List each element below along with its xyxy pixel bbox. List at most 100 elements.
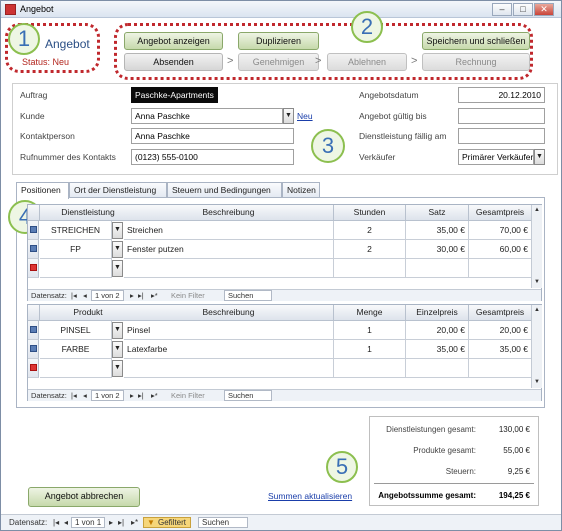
table-cell[interactable] <box>334 259 406 278</box>
nav-record-box[interactable]: 1 von 2 <box>91 390 124 401</box>
dropdown-icon[interactable]: ▼ <box>112 322 123 339</box>
col-header-beschreibung[interactable]: Beschreibung <box>124 305 334 321</box>
table-cell[interactable]: 30,00 € <box>406 240 469 259</box>
tab-steuern[interactable]: Steuern und Bedingungen <box>167 182 282 198</box>
datum-field[interactable]: 20.12.2010 <box>458 87 545 103</box>
dropdown-icon[interactable]: ▼ <box>112 341 123 358</box>
table-cell[interactable]: 35,00 € <box>406 340 469 359</box>
table-cell[interactable]: 35,00 € <box>406 221 469 240</box>
auftrag-field[interactable]: Paschke-Apartments <box>131 87 218 103</box>
summen-aktualisieren-link[interactable]: Summen aktualisieren <box>268 491 352 501</box>
nav-record-box[interactable]: 1 von 1 <box>71 517 106 528</box>
nav-next-icon[interactable]: ▸ <box>130 290 134 301</box>
kunde-dropdown-icon[interactable]: ▼ <box>283 108 294 124</box>
services-scrollbar[interactable]: ▲ ▼ <box>531 205 542 288</box>
angebot-anzeigen-button[interactable]: Angebot anzeigen <box>124 32 223 50</box>
nav-filter[interactable]: Kein Filter <box>171 390 205 401</box>
table-cell[interactable] <box>469 359 532 378</box>
nav-prev-icon[interactable]: ◂ <box>83 390 87 401</box>
table-cell[interactable]: FP <box>40 240 112 259</box>
nav-first-icon[interactable]: |◂ <box>71 290 77 301</box>
table-cell[interactable]: Latexfarbe <box>124 340 334 359</box>
tab-positionen[interactable]: Positionen <box>16 182 69 199</box>
kunde-new-link[interactable]: Neu <box>297 111 313 121</box>
col-header-gesamtpreis[interactable]: Gesamtpreis <box>469 305 532 321</box>
nav-prev-icon[interactable]: ◂ <box>83 290 87 301</box>
scroll-down-icon[interactable]: ▼ <box>532 377 542 388</box>
col-header-beschreibung[interactable]: Beschreibung <box>124 205 334 221</box>
minimize-button[interactable]: – <box>492 3 512 16</box>
table-cell[interactable] <box>406 259 469 278</box>
table-cell[interactable]: 20,00 € <box>469 321 532 340</box>
nav-record-box[interactable]: 1 von 2 <box>91 290 124 301</box>
faellig-field[interactable] <box>458 128 545 144</box>
dropdown-icon[interactable]: ▼ <box>112 241 123 258</box>
ablehnen-button[interactable]: Ablehnen <box>327 53 407 71</box>
scroll-up-icon[interactable]: ▲ <box>532 305 542 316</box>
col-header-gesamtpreis[interactable]: Gesamtpreis <box>469 205 532 221</box>
col-header-satz[interactable]: Satz <box>406 205 469 221</box>
filter-toggle-button[interactable]: ▼ Gefiltert <box>143 517 192 528</box>
scroll-up-icon[interactable]: ▲ <box>532 205 542 216</box>
nav-prev-icon[interactable]: ◂ <box>64 515 68 530</box>
verkaeufer-field[interactable]: Primärer Verkäufer <box>458 149 534 165</box>
col-header-menge[interactable]: Menge <box>334 305 406 321</box>
table-cell[interactable]: 60,00 € <box>469 240 532 259</box>
genehmigen-button[interactable]: Genehmigen <box>238 53 319 71</box>
maximize-button[interactable]: □ <box>513 3 533 16</box>
col-header-stunden[interactable]: Stunden <box>334 205 406 221</box>
table-cell[interactable] <box>124 259 334 278</box>
nav-first-icon[interactable]: |◂ <box>71 390 77 401</box>
nav-last-icon[interactable]: ▸| <box>118 515 124 530</box>
speichern-schliessen-button[interactable]: Speichern und schließen <box>422 32 530 50</box>
telefon-field[interactable]: (0123) 555-0100 <box>131 149 294 165</box>
gueltig-field[interactable] <box>458 108 545 124</box>
table-cell[interactable]: STREICHEN <box>40 221 112 240</box>
table-cell[interactable]: PINSEL <box>40 321 112 340</box>
table-cell[interactable]: Streichen <box>124 221 334 240</box>
tab-notizen[interactable]: Notizen <box>282 182 320 198</box>
dropdown-icon[interactable]: ▼ <box>112 260 123 277</box>
kontakt-field[interactable]: Anna Paschke <box>131 128 294 144</box>
table-cell[interactable]: 1 <box>334 321 406 340</box>
duplizieren-button[interactable]: Duplizieren <box>238 32 319 50</box>
absenden-button[interactable]: Absenden <box>124 53 223 71</box>
col-header-produkt[interactable]: Produkt <box>40 305 137 321</box>
verkaeufer-dropdown-icon[interactable]: ▼ <box>534 149 545 165</box>
table-cell[interactable]: 35,00 € <box>469 340 532 359</box>
nav-search[interactable]: Suchen <box>224 390 272 401</box>
new-row-selector[interactable] <box>28 359 39 378</box>
close-button[interactable]: ✕ <box>534 3 554 16</box>
angebot-abbrechen-button[interactable]: Angebot abbrechen <box>28 487 140 507</box>
new-row-selector[interactable] <box>28 259 39 278</box>
nav-first-icon[interactable]: |◂ <box>53 515 59 530</box>
scroll-down-icon[interactable]: ▼ <box>532 277 542 288</box>
nav-last-icon[interactable]: ▸| <box>138 390 144 401</box>
search-box[interactable]: Suchen <box>198 517 248 528</box>
table-cell[interactable]: Fenster putzen <box>124 240 334 259</box>
table-cell[interactable]: Pinsel <box>124 321 334 340</box>
nav-new-icon[interactable]: ▸* <box>131 515 138 530</box>
row-selector[interactable] <box>28 340 39 359</box>
table-cell[interactable] <box>124 359 334 378</box>
dropdown-icon[interactable]: ▼ <box>112 360 123 377</box>
row-selector[interactable] <box>28 321 39 340</box>
table-cell[interactable]: 70,00 € <box>469 221 532 240</box>
table-cell[interactable] <box>40 259 112 278</box>
col-header-einzelpreis[interactable]: Einzelpreis <box>406 305 469 321</box>
table-cell[interactable] <box>469 259 532 278</box>
nav-new-icon[interactable]: ▸* <box>151 290 158 301</box>
row-selector[interactable] <box>28 240 39 259</box>
table-cell[interactable]: 2 <box>334 240 406 259</box>
dropdown-icon[interactable]: ▼ <box>112 222 123 239</box>
table-cell[interactable]: 2 <box>334 221 406 240</box>
nav-last-icon[interactable]: ▸| <box>138 290 144 301</box>
nav-filter[interactable]: Kein Filter <box>171 290 205 301</box>
row-selector[interactable] <box>28 221 39 240</box>
table-cell[interactable]: 20,00 € <box>406 321 469 340</box>
kunde-field[interactable]: Anna Paschke <box>131 108 283 124</box>
nav-next-icon[interactable]: ▸ <box>109 515 113 530</box>
products-scrollbar[interactable]: ▲ ▼ <box>531 305 542 388</box>
table-cell[interactable]: 1 <box>334 340 406 359</box>
nav-new-icon[interactable]: ▸* <box>151 390 158 401</box>
